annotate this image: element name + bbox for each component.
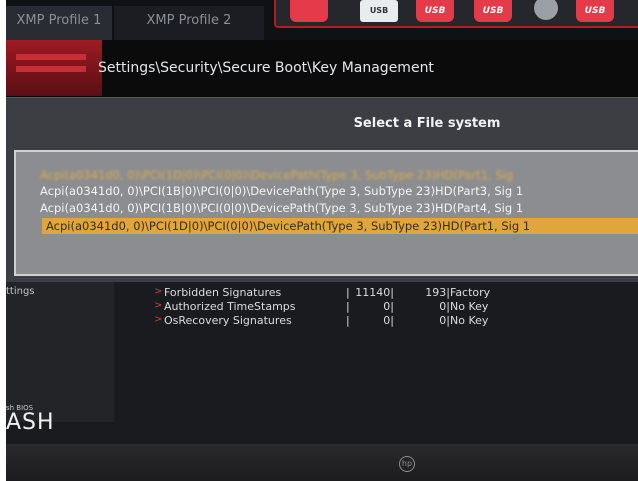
key-status: Factory [450,286,491,299]
usb-device-icon[interactable]: USB [576,0,614,22]
bios-screen: XMP Profile 1 XMP Profile 2 USB USB USB … [6,0,638,481]
dialog-title: Select a File system [353,116,501,131]
flash-bios-label: ASH [6,410,55,435]
key-count: 0| [383,314,394,327]
key-count: 11140| [355,286,394,299]
key-count: 0| [383,300,394,313]
arrow-right-icon: > [154,314,163,325]
boot-device-strip: USB USB USB USB [274,0,638,28]
tab-xmp-profile-1[interactable]: XMP Profile 1 [6,6,112,40]
flash-bios-button[interactable]: sh BIOS ASH [6,404,55,434]
key-size: 0| [439,300,450,313]
usb-drive-icon[interactable]: USB [360,0,398,22]
file-system-list[interactable]: Acpi(a0341d0, 0)\PCI(1D|0)\PCI(0|0)\Devi… [14,150,638,276]
file-system-dialog: Select a File system Acpi(a0341d0, 0)\PC… [6,98,638,282]
monitor-bezel: hp [6,444,638,481]
breadcrumb: Settings\Security\Secure Boot\Key Manage… [98,60,434,76]
key-name: Forbidden Signatures [164,286,282,299]
usb-device-icon[interactable]: USB [474,0,512,22]
key-status: No Key [450,314,489,327]
file-system-entry[interactable]: Acpi(a0341d0, 0)\PCI(1B|0)\PCI(0|0)\Devi… [40,201,523,215]
key-size: 193| [425,286,450,299]
file-system-entry-selected[interactable]: Acpi(a0341d0, 0)\PCI(1D|0)\PCI(0|0)\Devi… [42,218,638,234]
usb-device-icon[interactable]: USB [416,0,454,22]
file-system-entry[interactable]: Acpi(a0341d0, 0)\PCI(1B|0)\PCI(0|0)\Devi… [40,184,523,198]
brand-logo-strip [6,40,102,96]
key-name: OsRecovery Signatures [164,314,292,327]
key-status: No Key [450,300,489,313]
sidebar: ttings sh BIOS ASH [6,282,114,434]
arrow-right-icon: > [154,300,163,311]
arrow-right-icon: > [154,286,163,297]
optical-disc-icon[interactable] [534,0,558,20]
key-name: Authorized TimeStamps [164,300,296,313]
key-management-panel: ttings sh BIOS ASH > Forbidden Signature… [6,282,638,462]
hp-logo-icon: hp [399,456,415,472]
sidebar-item-settings[interactable]: ttings [6,286,35,297]
key-size: 0| [439,314,450,327]
top-bar: XMP Profile 1 XMP Profile 2 USB USB USB … [6,0,638,40]
tab-xmp-profile-2[interactable]: XMP Profile 2 [114,6,264,40]
boot-device-icon[interactable] [290,0,328,22]
file-system-entry[interactable]: Acpi(a0341d0, 0)\PCI(1D|0)\PCI(0|0)\Devi… [40,168,513,182]
